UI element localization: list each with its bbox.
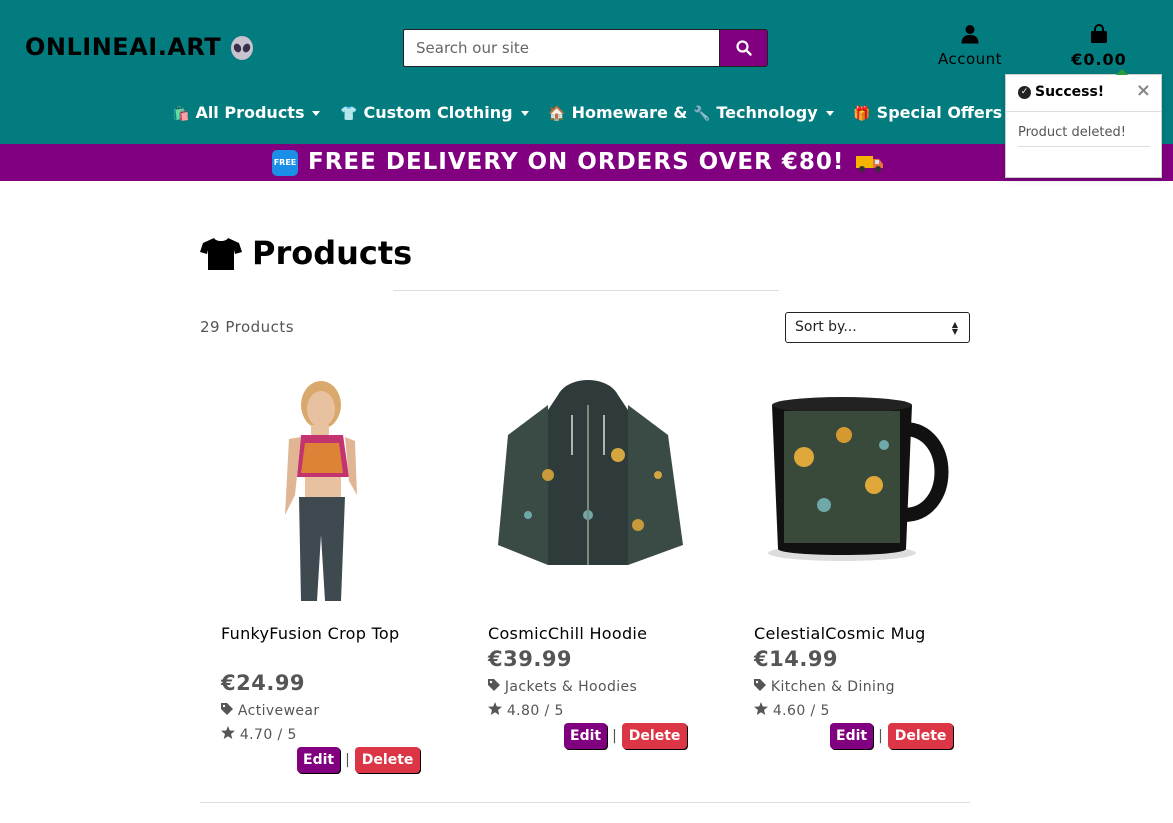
free-badge-icon: FREE xyxy=(272,149,298,176)
select-arrows-icon: ▲ ▼ xyxy=(951,320,958,336)
alien-icon xyxy=(231,36,253,60)
search-button[interactable] xyxy=(719,29,768,67)
tshirt-icon xyxy=(200,238,242,270)
search-input[interactable] xyxy=(403,29,719,67)
product-rating: 4.60 / 5 xyxy=(754,702,830,719)
product-price: €24.99 xyxy=(221,671,306,695)
nav-label: All Products xyxy=(195,103,305,122)
product-name[interactable]: CelestialCosmic Mug xyxy=(754,622,954,646)
star-icon xyxy=(221,726,235,739)
wrench-icon: 🔧 xyxy=(692,106,711,122)
search-icon xyxy=(735,40,752,56)
category-label: Activewear xyxy=(237,703,320,719)
product-name[interactable]: FunkyFusion Crop Top xyxy=(221,622,421,646)
tshirt-emoji-icon: 👕 xyxy=(340,106,358,122)
product-name[interactable]: CosmicChill Hoodie xyxy=(488,622,688,646)
edit-button[interactable]: Edit xyxy=(564,723,608,749)
rating-value: 4.70 / 5 xyxy=(239,727,297,743)
nav-special-offers[interactable]: 🎁 Special Offers xyxy=(853,103,1002,122)
tag-icon xyxy=(221,703,233,715)
rating-value: 4.80 / 5 xyxy=(506,703,564,719)
category-label: Jackets & Hoodies xyxy=(504,679,638,695)
product-price: €39.99 xyxy=(488,647,573,671)
site-header: ONLINEAI.ART Account €0.00 🛍️ All Product… xyxy=(0,0,1173,144)
star-icon xyxy=(754,702,768,715)
bottom-divider xyxy=(200,802,970,803)
account-label: Account xyxy=(937,50,1003,68)
caret-down-icon xyxy=(520,111,529,116)
nav-label: Special Offers xyxy=(876,103,1003,122)
banner-text: FREE DELIVERY ON ORDERS OVER €80! xyxy=(308,149,845,175)
close-icon[interactable]: × xyxy=(1136,80,1151,101)
delete-button[interactable]: Delete xyxy=(887,723,954,749)
edit-button[interactable]: Edit xyxy=(297,747,341,773)
product-category[interactable]: Kitchen & Dining xyxy=(754,679,895,695)
product-actions: Edit | Delete xyxy=(564,723,688,749)
nav-custom-clothing[interactable]: 👕 Custom Clothing xyxy=(340,103,529,122)
delete-button[interactable]: Delete xyxy=(621,723,688,749)
sort-selected-value: Sort by... xyxy=(795,319,857,335)
delivery-truck-icon xyxy=(856,155,884,172)
nav-label: Technology xyxy=(716,103,818,122)
caret-down-icon xyxy=(825,111,834,116)
user-icon xyxy=(961,25,979,44)
nav-label: Custom Clothing xyxy=(363,103,513,122)
product-image[interactable] xyxy=(754,365,994,601)
toast-title: Success! xyxy=(1035,84,1105,100)
edit-button[interactable]: Edit xyxy=(830,723,874,749)
title-divider xyxy=(393,290,779,291)
product-image[interactable] xyxy=(221,365,461,601)
shopping-bag-icon xyxy=(1091,24,1107,43)
tag-icon xyxy=(754,679,766,691)
delivery-banner: FREE FREE DELIVERY ON ORDERS OVER €80! xyxy=(0,144,1173,181)
shopping-bags-icon: 🛍️ xyxy=(172,106,190,122)
category-label: Kitchen & Dining xyxy=(770,679,895,695)
tag-icon xyxy=(488,679,500,691)
delete-button[interactable]: Delete xyxy=(354,747,421,773)
site-logo[interactable]: ONLINEAI.ART xyxy=(25,33,221,61)
main-nav: 🛍️ All Products 👕 Custom Clothing 🏠 Homewar… xyxy=(172,103,1016,122)
bag-total: €0.00 xyxy=(1071,50,1127,69)
product-rating: 4.70 / 5 xyxy=(221,726,297,743)
product-actions: Edit | Delete xyxy=(297,747,421,773)
rating-value: 4.60 / 5 xyxy=(772,703,830,719)
product-category[interactable]: Activewear xyxy=(221,703,320,719)
check-circle-icon: ✓ xyxy=(1018,85,1031,99)
nav-label: Homeware & xyxy=(571,103,688,122)
action-separator: | xyxy=(345,752,350,768)
search-bar xyxy=(403,29,768,67)
toast-header: ✓ Success! × xyxy=(1006,75,1161,112)
nav-all-products[interactable]: 🛍️ All Products xyxy=(172,103,321,122)
page-title: Products xyxy=(252,234,413,272)
house-icon: 🏠 xyxy=(548,106,566,122)
product-actions: Edit | Delete xyxy=(830,723,954,749)
product-price: €14.99 xyxy=(754,647,839,671)
product-rating: 4.80 / 5 xyxy=(488,702,564,719)
shopping-bag-link[interactable]: €0.00 xyxy=(1066,24,1132,69)
star-icon xyxy=(488,702,502,715)
product-count: 29 Products xyxy=(200,318,295,336)
toast-message: Product deleted! xyxy=(1018,125,1150,147)
product-category[interactable]: Jackets & Hoodies xyxy=(488,679,637,695)
account-link[interactable]: Account xyxy=(930,24,1010,68)
action-separator: | xyxy=(612,728,617,744)
gift-icon: 🎁 xyxy=(853,106,871,122)
sort-select[interactable]: Sort by... ▲ ▼ xyxy=(785,312,970,343)
nav-homeware-technology[interactable]: 🏠 Homeware & 🔧 Technology xyxy=(548,103,834,122)
product-image[interactable] xyxy=(488,365,728,601)
action-separator: | xyxy=(878,728,883,744)
caret-down-icon xyxy=(312,111,321,116)
success-toast: ✓ Success! × Product deleted! xyxy=(1005,69,1162,178)
